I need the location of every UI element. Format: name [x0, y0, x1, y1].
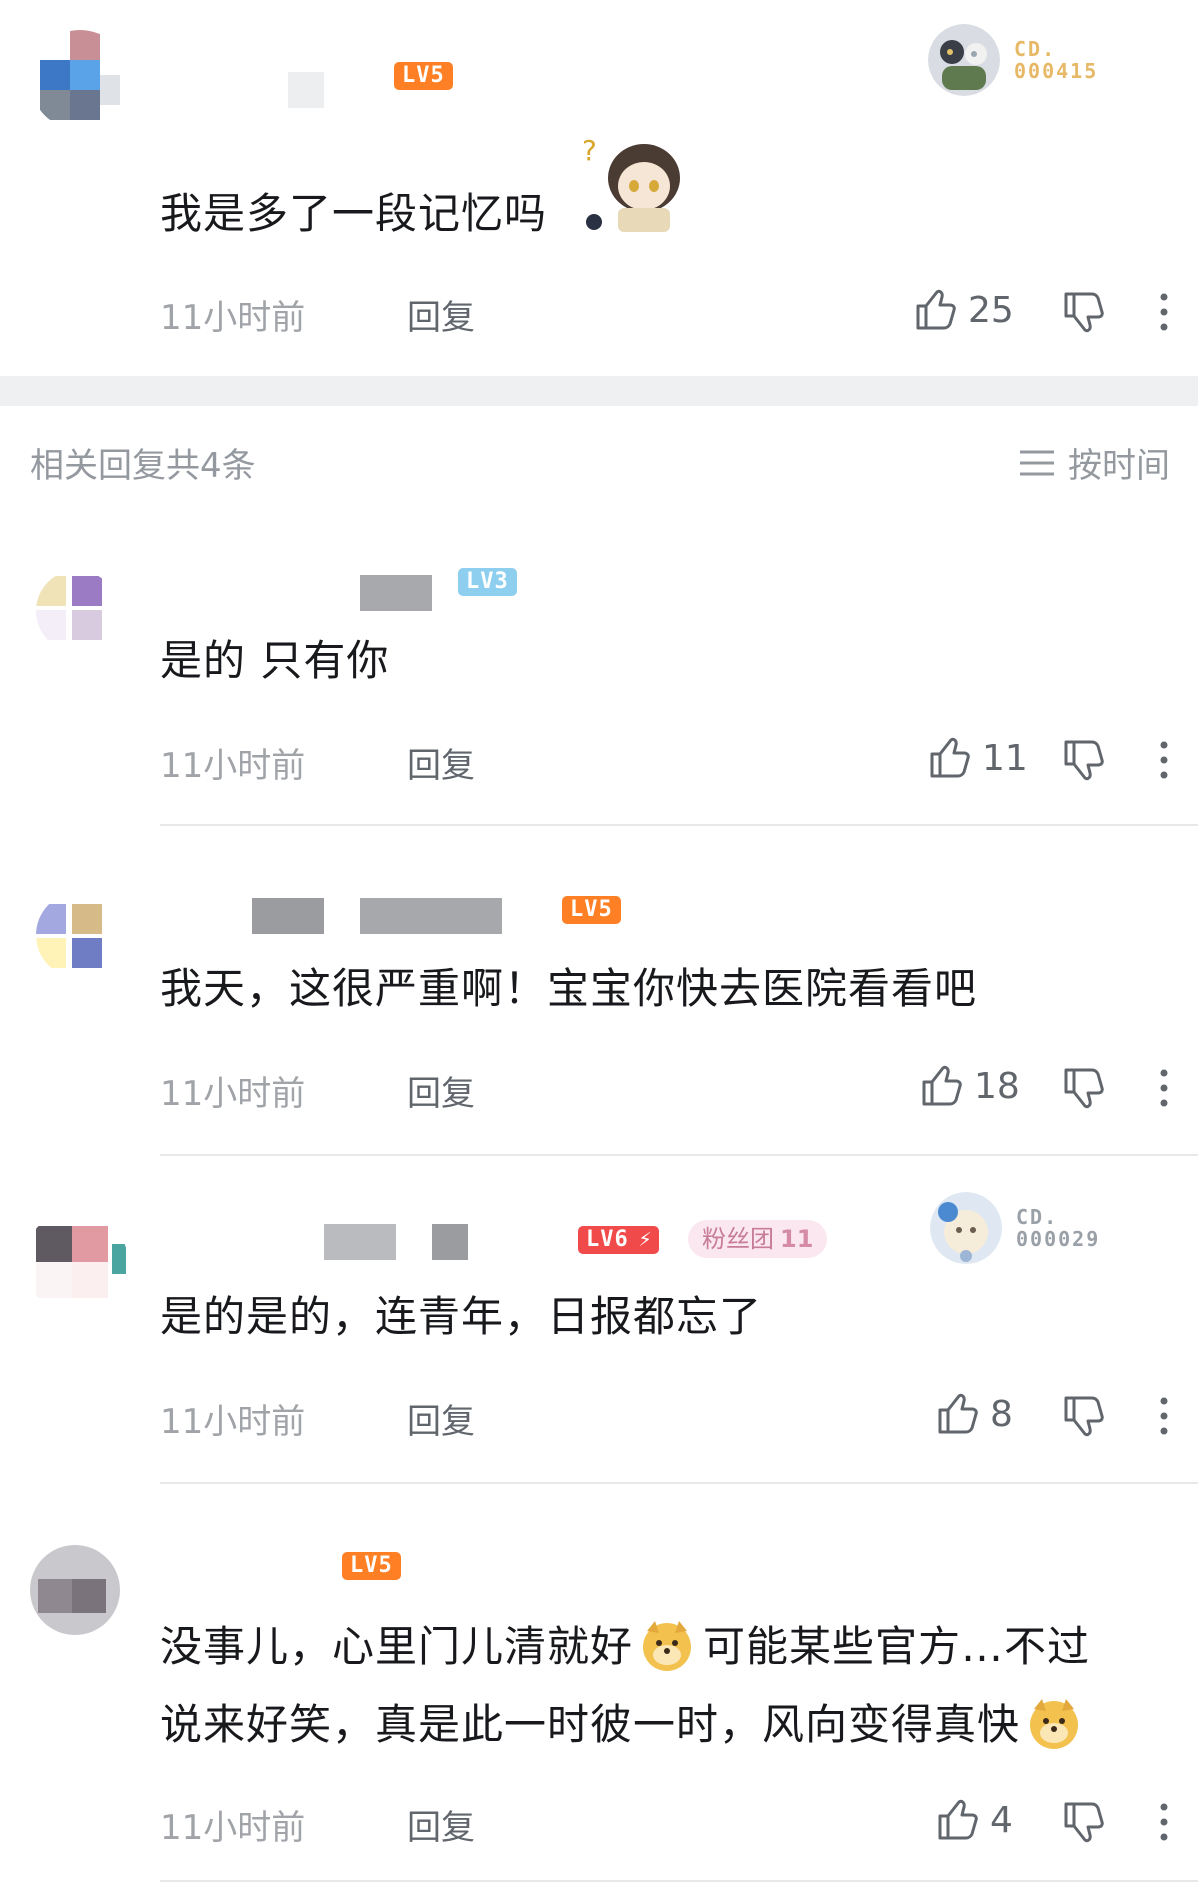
- divider: [160, 1482, 1198, 1484]
- more-vertical-icon: [1160, 293, 1168, 331]
- like-count: 25: [968, 289, 1014, 331]
- thumbs-up-icon: [938, 1799, 978, 1840]
- like-button[interactable]: 4: [934, 1798, 1013, 1842]
- reply-time: 11小时前: [160, 746, 306, 786]
- user-avatar[interactable]: [30, 1545, 120, 1635]
- level-badge: LV5: [562, 896, 621, 924]
- like-count: 11: [982, 737, 1028, 779]
- badge-avatar-icon: [930, 1192, 1002, 1264]
- doge-emoji-icon: [639, 1617, 697, 1673]
- more-options-button[interactable]: [1158, 740, 1170, 784]
- like-count: 18: [974, 1065, 1020, 1107]
- thumbs-up-icon: [916, 289, 956, 330]
- badge-number: 000415: [1014, 59, 1099, 83]
- reply-button[interactable]: 回复: [407, 1066, 475, 1115]
- reply-time: 11小时前: [160, 1074, 306, 1114]
- level-badge: LV3: [458, 568, 517, 596]
- user-avatar[interactable]: [30, 30, 130, 130]
- reply-time: 11小时前: [160, 1808, 306, 1848]
- comment-text: 我是多了一段记忆吗: [160, 189, 548, 238]
- level-text: LV6: [586, 1227, 629, 1252]
- thumbs-down-icon: [1064, 1396, 1104, 1437]
- thumbs-down-icon: [1064, 1068, 1104, 1109]
- sticker-icon: ?: [582, 130, 692, 244]
- divider: [160, 824, 1198, 826]
- reply-text: 我天，这很严重啊！宝宝你快去医院看看吧: [160, 964, 978, 1013]
- thumbs-up-icon: [938, 1393, 978, 1434]
- more-options-button[interactable]: [1158, 1802, 1170, 1846]
- like-button[interactable]: 11: [926, 736, 1028, 780]
- badge-number: 000029: [1016, 1227, 1101, 1251]
- dislike-button[interactable]: [1060, 290, 1104, 338]
- related-replies-count: 相关回复共4条: [30, 446, 256, 486]
- dislike-button[interactable]: [1060, 1066, 1104, 1114]
- user-avatar[interactable]: [24, 1210, 128, 1314]
- reply-button[interactable]: 回复: [407, 738, 475, 787]
- username-redacted[interactable]: [432, 1224, 468, 1260]
- reply-text-part: 没事儿，心里门儿清就好: [160, 1622, 634, 1671]
- user-avatar[interactable]: [36, 892, 122, 978]
- level-badge: LV5: [342, 1552, 401, 1580]
- dislike-button[interactable]: [1060, 738, 1104, 786]
- more-vertical-icon: [1160, 1803, 1168, 1841]
- reply-text-part: 说来好笑，真是此一时彼一时，风向变得真快: [160, 1700, 1021, 1749]
- dislike-button[interactable]: [1060, 1394, 1104, 1442]
- fan-group-level: 11: [780, 1225, 814, 1253]
- lightning-icon: ⚡: [638, 1227, 653, 1252]
- like-button[interactable]: 8: [934, 1392, 1013, 1436]
- sort-list-icon: [1020, 450, 1054, 475]
- collection-badge[interactable]: CD. 000029: [930, 1192, 1100, 1264]
- doge-emoji-icon: [1026, 1695, 1084, 1751]
- reply-text-line-1: 没事儿，心里门儿清就好 可能某些官方…不过: [160, 1608, 1090, 1686]
- reply-button[interactable]: 回复: [407, 290, 475, 339]
- level-badge: LV6 ⚡: [578, 1226, 659, 1254]
- reply-time: 11小时前: [160, 1402, 306, 1442]
- more-vertical-icon: [1160, 1397, 1168, 1435]
- username-redacted[interactable]: [288, 72, 324, 108]
- badge-avatar-icon: [928, 24, 1000, 96]
- reply-text: 是的是的，连青年，日报都忘了: [160, 1292, 763, 1341]
- badge-label: CD.: [1014, 37, 1057, 61]
- reply-text-part: 可能某些官方…不过: [703, 1622, 1091, 1671]
- reply-button[interactable]: 回复: [407, 1394, 475, 1443]
- sort-label: 按时间: [1068, 446, 1170, 486]
- reply-button[interactable]: 回复: [407, 1800, 475, 1849]
- thumbs-up-icon: [930, 737, 970, 778]
- fan-group-badge[interactable]: 粉丝团 11: [688, 1220, 828, 1258]
- thumbs-down-icon: [1064, 740, 1104, 781]
- divider: [160, 1154, 1198, 1156]
- level-badge: LV5: [394, 62, 453, 90]
- like-button[interactable]: 25: [912, 288, 1014, 332]
- user-avatar[interactable]: [36, 570, 118, 652]
- reply-text: 是的 只有你: [160, 636, 390, 685]
- thumbs-up-icon: [922, 1065, 962, 1106]
- badge-label: CD.: [1016, 1205, 1059, 1229]
- like-count: 8: [990, 1393, 1013, 1435]
- svg-text:?: ?: [582, 134, 597, 167]
- username-redacted[interactable]: [324, 1224, 396, 1260]
- more-vertical-icon: [1160, 1069, 1168, 1107]
- comment-time: 11小时前: [160, 298, 306, 338]
- username-redacted[interactable]: [252, 898, 324, 934]
- sort-by-time-button[interactable]: 按时间: [1018, 438, 1170, 487]
- divider: [160, 1880, 1198, 1882]
- like-button[interactable]: 18: [918, 1064, 1020, 1108]
- thumbs-down-icon: [1064, 292, 1104, 333]
- reply-text-line-2: 说来好笑，真是此一时彼一时，风向变得真快: [160, 1686, 1084, 1764]
- more-vertical-icon: [1160, 741, 1168, 779]
- thumbs-down-icon: [1064, 1802, 1104, 1843]
- username-redacted[interactable]: [360, 898, 502, 934]
- fan-group-label: 粉丝团: [702, 1225, 774, 1253]
- dislike-button[interactable]: [1060, 1800, 1104, 1848]
- collection-badge[interactable]: CD. 000415: [928, 24, 1098, 96]
- more-options-button[interactable]: [1158, 1068, 1170, 1112]
- more-options-button[interactable]: [1158, 1396, 1170, 1440]
- section-separator: [0, 376, 1198, 406]
- username-redacted[interactable]: [360, 575, 432, 611]
- like-count: 4: [990, 1799, 1013, 1841]
- more-options-button[interactable]: [1158, 292, 1170, 336]
